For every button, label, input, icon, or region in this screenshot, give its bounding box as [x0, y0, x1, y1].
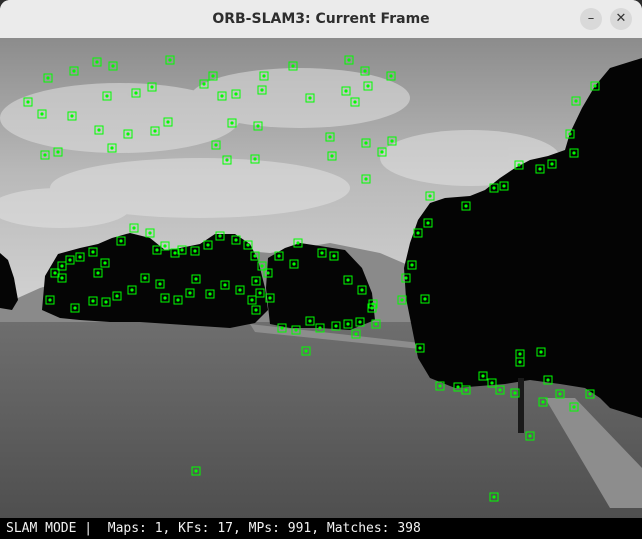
- status-bar: SLAM MODE | Maps: 1, KFs: 17, MPs: 991, …: [0, 518, 642, 539]
- window-title: ORB-SLAM3: Current Frame: [212, 11, 430, 27]
- app-window: ORB-SLAM3: Current Frame – ✕ SLAM MODE |…: [0, 0, 642, 539]
- close-icon: ✕: [615, 11, 627, 26]
- camera-frame-view: [0, 38, 642, 518]
- minimize-button[interactable]: –: [580, 8, 602, 30]
- title-bar[interactable]: ORB-SLAM3: Current Frame – ✕: [0, 0, 642, 39]
- close-button[interactable]: ✕: [610, 8, 632, 30]
- trunk: [518, 378, 524, 433]
- minimize-icon: –: [587, 11, 595, 26]
